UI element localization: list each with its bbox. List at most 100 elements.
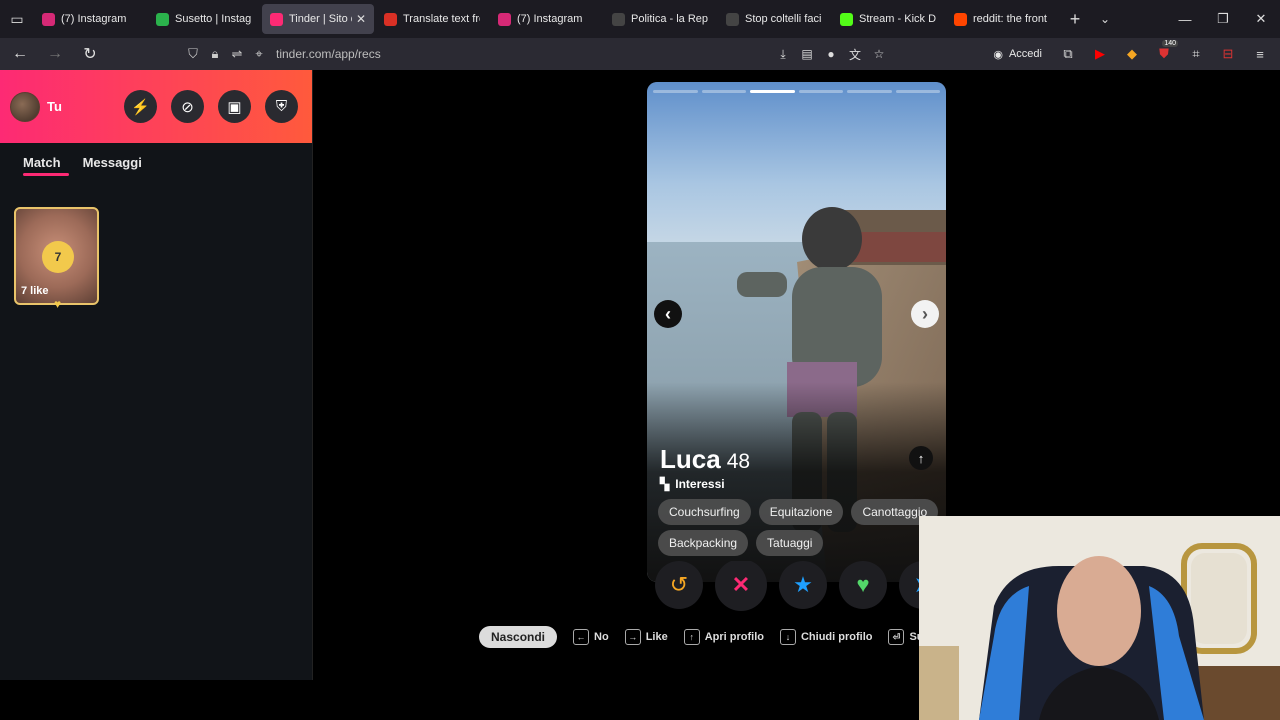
interest-chip: Couchsurfing [658,499,751,525]
ublock-icon[interactable]: ⛊ 140 [1152,40,1178,66]
chevron-right-icon[interactable]: › [911,300,939,328]
browser-tab[interactable]: Susetto | Instagram [148,4,260,34]
reload-icon[interactable]: ↻ [75,39,105,69]
boost-icon[interactable]: ⚡ [124,90,157,123]
browser-tab[interactable]: Politica - la Repubblica [604,4,716,34]
browser-tab[interactable]: Stop coltelli facili [718,4,830,34]
tab-label: Translate text from [403,13,480,25]
photo-progress-segment[interactable] [701,90,746,93]
lock-icon[interactable]: 🔒︎ [204,46,226,62]
tab-messaggi[interactable]: Messaggi [83,155,142,176]
flag-icon[interactable]: ▤ [798,45,816,63]
tab-label: Stream - Kick Dashboard [859,13,936,25]
sidebar: Tu ⚡ ⊘ ▣ ⛨ Match Messaggi 7 7 like ♥ [0,70,313,680]
browser-tab[interactable]: (7) Instagram [34,4,146,34]
address-bar[interactable]: ⛉ 🔒︎ ⇌ ⌖ tinder.com/app/recs ⤓ ▤ ● 文 ☆ [182,41,898,67]
translate-icon[interactable]: 文 [846,45,864,63]
interest-chip: Backpacking [658,530,749,556]
tab-strip: (7) Instagram Susetto | Instagram Tinder |… [34,4,1060,34]
arrow-up-icon[interactable]: ↑ [909,446,933,470]
key-icon: ↑ [683,629,700,645]
like-heart-icon[interactable]: ♥ [839,561,887,609]
download-icon[interactable]: ⤓ [774,45,792,63]
browser-tab[interactable]: Stream - Kick Dashboard [832,4,944,34]
photo-progress-segment[interactable] [847,90,892,93]
extension-icon[interactable]: ◆ [1120,42,1144,66]
new-tab-button[interactable]: + [1060,4,1090,34]
browser-tab[interactable]: Tinder | Sito di ✕ [262,4,374,34]
shortcut-label: Like [645,631,668,643]
profile-age: 48 [726,450,751,473]
pin-icon[interactable]: ● [822,45,840,63]
bookmark-star-icon[interactable]: ☆ [870,45,888,63]
permissions-icon[interactable]: ⇌ [226,46,248,62]
interest-chip: Equitazione [758,499,844,525]
safety-shield-icon[interactable]: ⛨ [265,90,298,123]
profile-card[interactable]: ‹ › Luca 48 ↑ ▚ Interessi Couchsurfing Equ… [647,82,946,582]
explore-icon[interactable]: ⊘ [171,90,204,123]
instagram-icon [42,12,55,26]
keyboard-shortcuts-bar: Nascondi ← No → Like ↑ Apri profilo ↓ Chiudi pr… [479,626,966,648]
menu-icon[interactable]: ≡ [1248,42,1272,66]
key-icon: ↓ [779,629,796,645]
instagram-icon [498,12,511,26]
reddit-icon [954,12,967,26]
nope-icon[interactable]: ✕ [715,561,767,611]
back-icon[interactable]: ← [5,39,35,69]
key-icon: ⏎ [888,629,905,645]
shield-icon[interactable]: ⛉ [182,46,204,62]
photo-progress-bar [653,90,940,93]
send-icon[interactable]: ➤ [899,561,920,609]
shortcut-label: Apri profilo [704,631,764,643]
minimize-icon[interactable]: — [1166,0,1204,38]
shortcut-item: ↑ Apri profilo [683,629,764,645]
grid-icon: ▚ [660,477,670,491]
likes-card[interactable]: 7 7 like ♥ [14,207,99,311]
tab-label: Politica - la Repubblica [631,13,708,25]
avatar[interactable] [10,91,40,122]
browser-tab[interactable]: reddit: the front page [946,4,1058,34]
repubblica-icon [612,12,625,26]
crop-icon[interactable]: ⌗ [1184,42,1208,66]
interest-chips: Couchsurfing Equitazione Canottaggio Backpa… [658,499,942,556]
user-name[interactable]: Tu [47,99,62,114]
key-icon: ← [573,629,590,645]
briefcase-icon[interactable]: ▣ [218,90,251,123]
interests-title: Interessi [675,477,725,491]
webcam-overlay [919,516,1280,720]
rewind-icon[interactable]: ↺ [655,561,703,609]
photo-progress-segment[interactable] [750,90,795,93]
likes-label: 7 like [21,285,49,297]
location-icon[interactable]: ⌖ [248,46,270,62]
app-icon [156,12,169,26]
extensions-icon[interactable]: ⧉ [1056,42,1080,66]
profile-name: Luca [660,444,721,474]
tab-label: Stop coltelli facili [745,13,822,25]
restore-icon[interactable]: ❐ [1204,0,1242,38]
youtube-icon[interactable]: ▶ [1088,42,1112,66]
tab-label: (7) Instagram [517,13,583,25]
photo-progress-segment[interactable] [798,90,843,93]
signin-button[interactable]: ◉ Accedi [987,42,1048,66]
forward-icon[interactable]: → [40,39,70,69]
vpn-icon[interactable]: ⊟ [1216,42,1240,66]
interest-chip: Tatuaggi [756,530,824,556]
hide-shortcuts-button[interactable]: Nascondi [479,626,558,648]
webcam-video [919,516,1280,720]
tab-list-icon[interactable]: ▭ [0,0,34,38]
browser-tab[interactable]: (7) Instagram [490,4,602,34]
superlike-star-icon[interactable]: ★ [779,561,827,609]
chevron-down-icon[interactable]: ⌄ [1090,4,1120,34]
close-window-icon[interactable]: ✕ [1242,0,1280,38]
photo-progress-segment[interactable] [653,90,698,93]
profile-name-line: Luca 48 [660,444,750,475]
photo-progress-segment[interactable] [895,90,940,93]
chevron-left-icon[interactable]: ‹ [654,300,682,328]
key-icon: → [624,629,641,645]
close-tab-icon[interactable]: ✕ [356,12,366,26]
tab-match[interactable]: Match [23,155,69,176]
browser-tab-bar: ▭ (7) Instagram Susetto | Instagram Tinder… [0,0,1280,38]
tinder-icon [270,12,283,26]
url-text[interactable]: tinder.com/app/recs [276,47,381,61]
browser-tab[interactable]: Translate text from [376,4,488,34]
